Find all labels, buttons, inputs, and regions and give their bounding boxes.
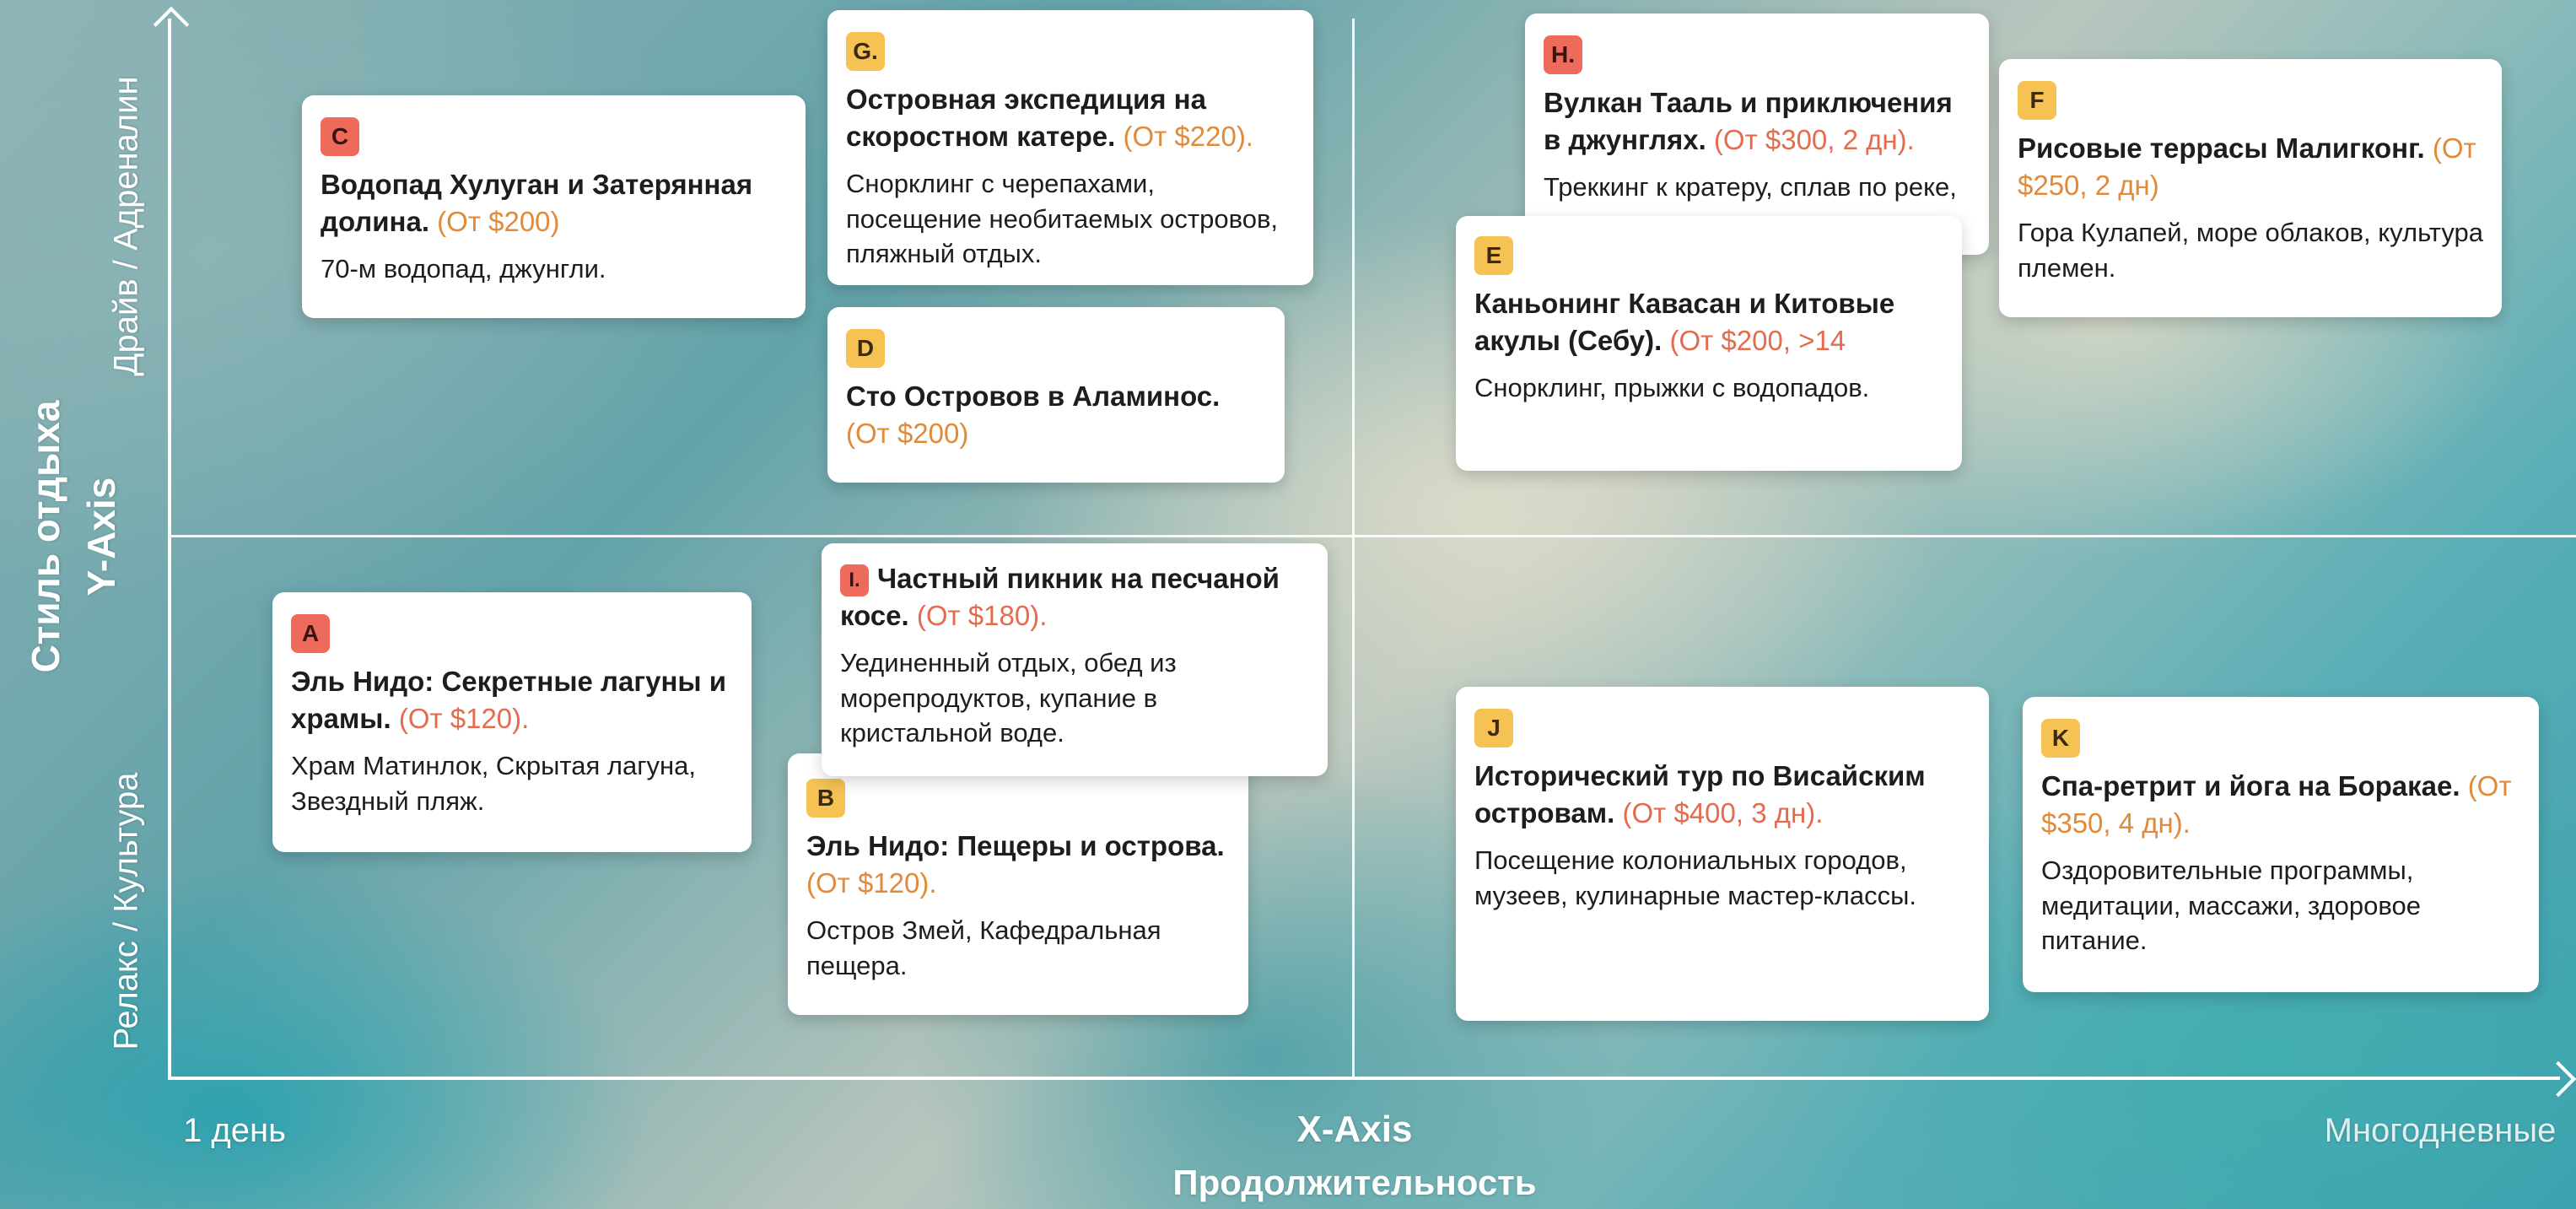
tour-card-e[interactable]: E Каньонинг Кавасан и Китовые акулы (Себ… xyxy=(1456,216,1962,471)
y-axis-name: Y-Axis xyxy=(79,477,123,596)
card-title: Каньонинг Кавасан и Китовые акулы (Себу)… xyxy=(1474,288,1895,356)
tour-card-f[interactable]: F Рисовые террасы Малигконг. (От $250, 2… xyxy=(1999,59,2502,317)
card-description: Остров Змей, Кафедральная пещера. xyxy=(806,915,1161,980)
badge-k: K xyxy=(2041,719,2080,758)
card-description: Гора Кулапей, море облаков, культура пле… xyxy=(2018,218,2483,283)
badge-d: D xyxy=(846,329,885,368)
card-title: I. Частный пикник на песчаной косе. (От $… xyxy=(840,563,1280,631)
badge-f: F xyxy=(2018,81,2056,120)
badge-i: I. xyxy=(840,564,869,597)
badge-a: A xyxy=(291,614,330,653)
tour-card-k[interactable]: K Спа-ретрит и йога на Боракае. (От $350… xyxy=(2023,697,2539,992)
card-price: (От $200) xyxy=(846,417,969,449)
card-description: Снорклинг с черепахами, посещение необит… xyxy=(846,169,1279,269)
card-price: (От $400, 3 дн). xyxy=(1622,796,1824,828)
badge-h: H. xyxy=(1544,35,1582,74)
tour-card-d[interactable]: D Сто Островов в Аламинос. (От $200) xyxy=(827,307,1285,483)
tour-card-j[interactable]: J Исторический тур по Висайским островам… xyxy=(1456,687,1989,1021)
y-axis-bottom-label: Релакс / Культура xyxy=(107,772,145,1050)
tour-card-b[interactable]: B Эль Нидо: Пещеры и острова. (От $120).… xyxy=(788,753,1248,1015)
x-axis-name: X-Axis xyxy=(1296,1109,1413,1150)
card-price: (От $120). xyxy=(806,866,937,899)
y-axis-title: Стиль отдыха xyxy=(24,400,67,673)
card-title: Эль Нидо: Пещеры и острова. (От $120). xyxy=(806,830,1225,899)
card-description: 70-м водопад, джунгли. xyxy=(321,254,606,284)
card-title: Островная экспедиция на скоростном катер… xyxy=(846,84,1253,152)
badge-j: J xyxy=(1474,709,1513,748)
card-title: Эль Нидо: Секретные лагуны и храмы. (От … xyxy=(291,666,727,734)
card-title: Водопад Хулуган и Затерянная долина. (От… xyxy=(321,169,753,237)
tour-card-i[interactable]: I. Частный пикник на песчаной косе. (От $… xyxy=(822,543,1328,776)
vertical-divider xyxy=(1352,19,1355,1077)
card-description: Снорклинг, прыжки с водопадов. xyxy=(1474,373,1870,403)
card-price: (От $300, 2 дн). xyxy=(1713,123,1915,155)
card-description: Храм Матинлок, Скрытая лагуна, Звездный … xyxy=(291,751,696,816)
tour-card-c[interactable]: C Водопад Хулуган и Затерянная долина. (… xyxy=(302,95,806,318)
y-axis-line xyxy=(168,19,171,1080)
card-description: Посещение колониальных городов, музеев, … xyxy=(1474,845,1917,910)
horizontal-divider xyxy=(171,535,2576,537)
badge-c: C xyxy=(321,117,359,156)
card-title: Сто Островов в Аламинос. (От $200) xyxy=(846,381,1221,449)
card-title: Исторический тур по Висайским островам. … xyxy=(1474,760,1926,828)
card-price: (От $200, >14 xyxy=(1669,324,1846,356)
x-axis-right-label: Многодневные xyxy=(2324,1112,2557,1149)
badge-e: E xyxy=(1474,236,1513,275)
tour-card-a[interactable]: A Эль Нидо: Секретные лагуны и храмы. (О… xyxy=(272,592,752,852)
card-description: Оздоровительные программы, медитации, ма… xyxy=(2041,855,2421,956)
y-axis-top-label: Драйв / Адреналин xyxy=(107,76,145,376)
card-title: Вулкан Тааль и приключения в джунглях. (… xyxy=(1544,87,1953,155)
badge-g: G. xyxy=(846,32,885,71)
x-axis-title: Продолжительность xyxy=(1172,1163,1537,1202)
card-price: (От $220). xyxy=(1123,120,1253,152)
x-axis-left-label: 1 день xyxy=(183,1112,286,1149)
card-price: (От $200) xyxy=(437,205,560,237)
card-price: (От $120). xyxy=(398,702,530,734)
badge-b: B xyxy=(806,779,845,818)
card-title: Рисовые террасы Малигконг. (От $250, 2 д… xyxy=(2018,132,2476,201)
card-price: (От $180). xyxy=(916,599,1048,631)
y-axis-arrow-icon xyxy=(153,6,190,43)
tour-card-g[interactable]: G. Островная экспедиция на скоростном ка… xyxy=(827,10,1313,285)
card-title: Спа-ретрит и йога на Боракае. (От $350, … xyxy=(2041,770,2512,839)
x-axis-arrow-icon xyxy=(2540,1061,2576,1098)
x-axis-line xyxy=(168,1077,2560,1080)
card-description: Уединенный отдых, обед из морепродуктов,… xyxy=(840,648,1177,748)
